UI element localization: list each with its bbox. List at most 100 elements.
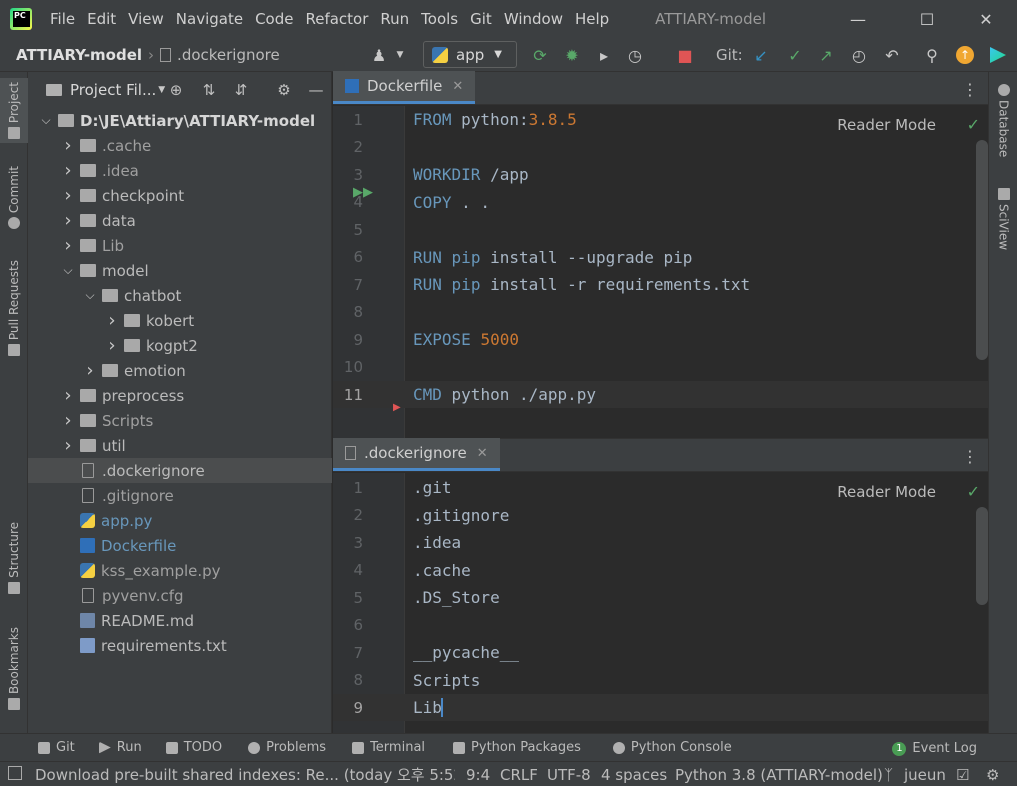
- vertical-scrollbar[interactable]: [976, 507, 988, 605]
- tool-tab-sciview[interactable]: SciView: [989, 188, 1017, 250]
- chevron-down-icon[interactable]: ⌵: [60, 263, 76, 278]
- chevron-down-icon[interactable]: ▼: [158, 85, 165, 95]
- code-line[interactable]: 2 .gitignore: [333, 502, 988, 529]
- code-line[interactable]: 10: [333, 354, 988, 381]
- expand-all-icon[interactable]: ⇅: [199, 80, 219, 100]
- toggle-tool-windows-icon[interactable]: [8, 766, 22, 780]
- tree-item[interactable]: › .cache: [28, 133, 332, 158]
- coverage-icon[interactable]: ▸: [593, 44, 615, 66]
- minimize-button[interactable]: —: [835, 0, 881, 38]
- chevron-right-icon[interactable]: ›: [60, 385, 76, 406]
- tree-item[interactable]: requirements.txt: [28, 633, 332, 658]
- python-interpreter[interactable]: Python 3.8 (ATTIARY-model): [675, 766, 883, 784]
- tree-item[interactable]: pyvenv.cfg: [28, 583, 332, 608]
- code-line[interactable]: 5 .DS_Store: [333, 584, 988, 611]
- search-icon[interactable]: ⚲: [921, 44, 943, 66]
- menu-help[interactable]: Help: [569, 10, 615, 28]
- tool-tab-commit[interactable]: Commit: [0, 166, 28, 230]
- chevron-right-icon[interactable]: ›: [60, 210, 76, 231]
- close-window-button[interactable]: ✕: [963, 0, 1009, 38]
- tree-item[interactable]: .gitignore: [28, 483, 332, 508]
- editor-dockerignore[interactable]: .dockerignore ✕ ⋮ 1 .git 2 .gitignore 3 .idea…: [333, 438, 988, 734]
- code-line[interactable]: 3 WORKDIR /app: [333, 161, 988, 188]
- menu-git[interactable]: Git: [464, 10, 498, 28]
- chevron-down-icon[interactable]: ⌵: [82, 288, 98, 303]
- tree-item[interactable]: › util: [28, 433, 332, 458]
- tool-tab-bookmarks[interactable]: Bookmarks: [0, 627, 28, 711]
- more-options-icon[interactable]: ⋮: [962, 447, 978, 466]
- close-tab-icon[interactable]: ✕: [477, 446, 488, 461]
- code-line[interactable]: 7 RUN pip install -r requirements.txt: [333, 271, 988, 298]
- tab-dockerfile[interactable]: Dockerfile ✕: [333, 71, 476, 104]
- menu-navigate[interactable]: Navigate: [170, 10, 249, 28]
- chevron-right-icon[interactable]: ›: [82, 360, 98, 381]
- inspection-ok-icon[interactable]: ✓: [967, 482, 980, 501]
- tool-tab-structure[interactable]: Structure: [0, 522, 28, 594]
- tree-item[interactable]: .dockerignore: [28, 458, 332, 483]
- rollback-icon[interactable]: ↶: [881, 44, 903, 66]
- tool-python-packages[interactable]: Python Packages: [453, 740, 581, 755]
- menu-edit[interactable]: Edit: [81, 10, 122, 28]
- editor-dockerfile[interactable]: Dockerfile ✕ ⋮ 1 FROM python:3.8.5 2 3 WORKD…: [333, 71, 988, 438]
- code-line[interactable]: 6: [333, 612, 988, 639]
- user-icon[interactable]: ♟: [368, 44, 390, 66]
- tree-item[interactable]: › kogpt2: [28, 333, 332, 358]
- breadcrumb-project[interactable]: ATTIARY-model: [16, 46, 142, 64]
- lock-icon[interactable]: ☑: [956, 766, 969, 784]
- chevron-right-icon[interactable]: ›: [104, 310, 120, 331]
- run-configuration-select[interactable]: app ▼: [423, 41, 517, 68]
- tree-item[interactable]: › checkpoint: [28, 183, 332, 208]
- history-icon[interactable]: ◴: [848, 44, 870, 66]
- tree-item[interactable]: app.py: [28, 508, 332, 533]
- status-message[interactable]: Download pre-built shared indexes: Re...…: [35, 764, 455, 785]
- code-line[interactable]: 4 .cache: [333, 557, 988, 584]
- code-line[interactable]: 9 EXPOSE 5000: [333, 326, 988, 353]
- more-options-icon[interactable]: ⋮: [962, 80, 978, 99]
- menu-refactor[interactable]: Refactor: [299, 10, 374, 28]
- menu-code[interactable]: Code: [249, 10, 299, 28]
- tree-item[interactable]: › emotion: [28, 358, 332, 383]
- code-line[interactable]: 2: [333, 134, 988, 161]
- collapse-all-icon[interactable]: ⇵: [231, 80, 251, 100]
- close-tab-icon[interactable]: ✕: [452, 79, 463, 94]
- code-line[interactable]: 4 COPY . .: [333, 189, 988, 216]
- tool-tab-project[interactable]: Project: [0, 78, 28, 144]
- breadcrumb-file[interactable]: .dockerignore: [177, 46, 280, 64]
- menu-window[interactable]: Window: [498, 10, 569, 28]
- tool-tab-pull-requests[interactable]: Pull Requests: [0, 260, 28, 357]
- git-commit-icon[interactable]: ✓: [784, 44, 806, 66]
- hide-icon[interactable]: —: [306, 80, 326, 100]
- run-gutter-icon[interactable]: ▶▶: [353, 185, 373, 200]
- rerun-icon[interactable]: ⟳: [529, 44, 551, 66]
- gear-icon[interactable]: ⚙: [274, 80, 294, 100]
- indent-setting[interactable]: 4 spaces: [601, 766, 667, 784]
- git-branch[interactable]: jueun: [904, 766, 946, 784]
- chevron-right-icon[interactable]: ›: [60, 410, 76, 431]
- code-with-me-icon[interactable]: [987, 44, 1009, 66]
- tool-python-console[interactable]: Python Console: [612, 740, 732, 755]
- chevron-right-icon[interactable]: ›: [60, 185, 76, 206]
- code-line[interactable]: 5: [333, 216, 988, 243]
- notifications-icon[interactable]: ⚙: [986, 766, 999, 784]
- tool-git[interactable]: Git: [38, 740, 75, 755]
- code-line[interactable]: 7 __pycache__: [333, 639, 988, 666]
- stop-icon[interactable]: ■: [674, 44, 696, 66]
- tool-event-log[interactable]: 1 Event Log: [892, 741, 977, 756]
- chevron-right-icon[interactable]: ›: [60, 235, 76, 256]
- reader-mode-toggle[interactable]: Reader Mode: [837, 483, 936, 501]
- update-icon[interactable]: ↑: [954, 44, 976, 66]
- menu-view[interactable]: View: [122, 10, 170, 28]
- code-line[interactable]: 8 Scripts: [333, 667, 988, 694]
- code-line[interactable]: 6 RUN pip install --upgrade pip: [333, 244, 988, 271]
- caret-position[interactable]: 9:4: [466, 766, 490, 784]
- tree-item[interactable]: ⌵ model: [28, 258, 332, 283]
- code-line[interactable]: 3 .idea: [333, 529, 988, 556]
- locate-icon[interactable]: ⊕: [166, 80, 186, 100]
- tool-todo[interactable]: TODO: [165, 740, 222, 755]
- chevron-right-icon[interactable]: ›: [60, 135, 76, 156]
- chevron-right-icon[interactable]: ›: [60, 435, 76, 456]
- vertical-scrollbar[interactable]: [976, 140, 988, 360]
- tree-item[interactable]: README.md: [28, 608, 332, 633]
- chevron-right-icon[interactable]: ›: [104, 335, 120, 356]
- tree-item[interactable]: › kobert: [28, 308, 332, 333]
